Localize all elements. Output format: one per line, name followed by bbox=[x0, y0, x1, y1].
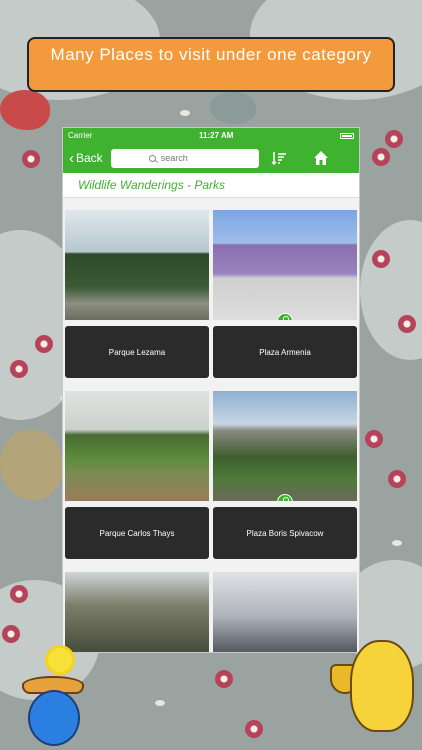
place-photo bbox=[65, 391, 209, 501]
clock: 11:27 AM bbox=[199, 131, 234, 140]
lock-icon bbox=[277, 313, 293, 320]
blue-character-illustration bbox=[28, 690, 80, 746]
nav-bar: ‹ Back bbox=[63, 143, 359, 173]
mascot-illustration bbox=[350, 640, 414, 732]
sun-illustration bbox=[48, 648, 72, 672]
place-card[interactable]: Parque Carlos Thays bbox=[65, 391, 209, 559]
search-icon bbox=[148, 154, 156, 162]
place-name: Parque Carlos Thays bbox=[65, 507, 209, 559]
place-card[interactable]: Plaza Boris Spivacow bbox=[213, 391, 357, 559]
place-card[interactable] bbox=[65, 572, 209, 652]
search-bar[interactable] bbox=[110, 148, 259, 168]
back-button[interactable]: ‹ Back bbox=[69, 151, 103, 166]
status-bar: Carrier 11:27 AM bbox=[63, 128, 359, 143]
battery-icon bbox=[340, 132, 354, 139]
page-title-text: Wildlife Wanderings - Parks bbox=[78, 178, 226, 192]
place-name: Parque Lezama bbox=[65, 326, 209, 378]
places-grid: Parque Lezama Plaza Armenia Parque Carlo… bbox=[63, 198, 359, 652]
place-card[interactable]: Plaza Armenia bbox=[213, 210, 357, 378]
place-photo bbox=[65, 210, 209, 320]
promo-banner-text: Many Places to visit under one category bbox=[50, 45, 372, 64]
place-name: Plaza Armenia bbox=[213, 326, 357, 378]
lock-icon bbox=[277, 494, 293, 501]
place-photo bbox=[213, 572, 357, 652]
home-icon[interactable] bbox=[313, 150, 329, 166]
place-photo bbox=[65, 572, 209, 652]
place-card[interactable]: Parque Lezama bbox=[65, 210, 209, 378]
chevron-left-icon: ‹ bbox=[69, 149, 74, 167]
place-photo bbox=[213, 391, 357, 501]
place-card[interactable] bbox=[213, 572, 357, 652]
carrier-label: Carrier bbox=[68, 131, 93, 140]
place-name: Plaza Boris Spivacow bbox=[213, 507, 357, 559]
sort-icon[interactable] bbox=[271, 150, 287, 166]
place-photo bbox=[213, 210, 357, 320]
search-input[interactable] bbox=[160, 153, 221, 163]
page-title: Wildlife Wanderings - Parks bbox=[63, 173, 359, 198]
phone-screen: Carrier 11:27 AM ‹ Back Wildlife Wanderi… bbox=[63, 128, 359, 652]
promo-banner: Many Places to visit under one category bbox=[27, 37, 395, 92]
back-button-label: Back bbox=[76, 151, 103, 165]
